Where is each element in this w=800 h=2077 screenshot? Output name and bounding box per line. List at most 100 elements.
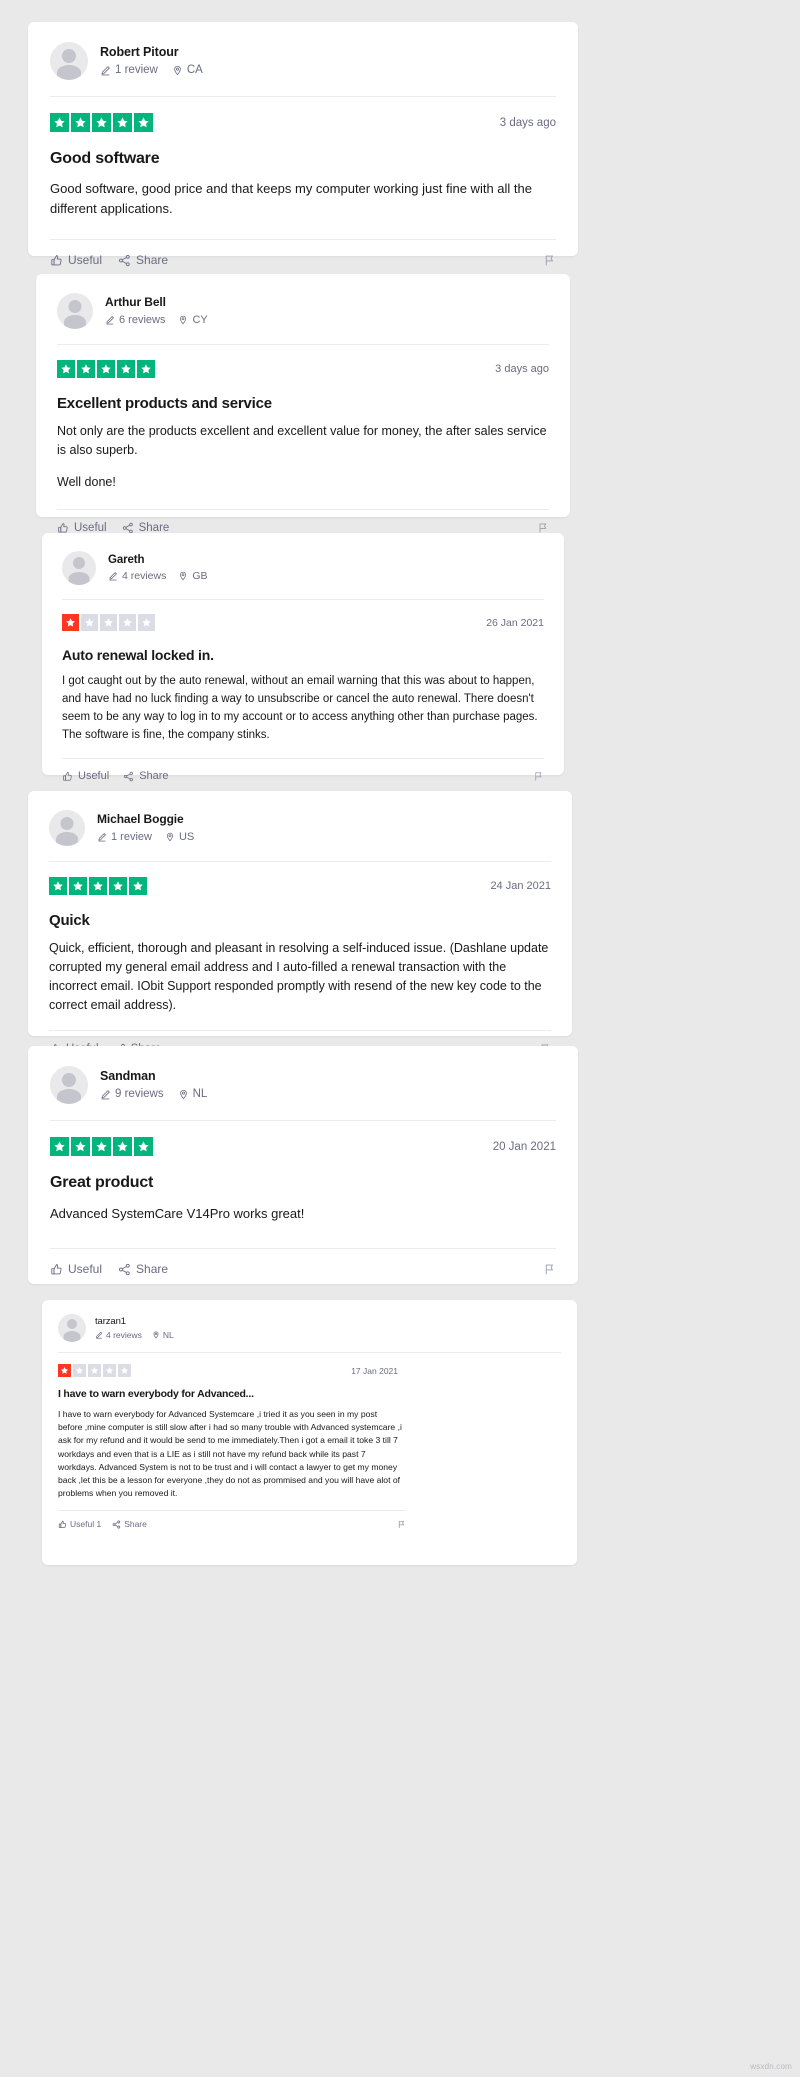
review-count-label: 6 reviews: [119, 313, 166, 326]
location-pin-icon: [178, 315, 188, 325]
star-icon: [119, 614, 136, 631]
reviewer-name[interactable]: Gareth: [108, 553, 208, 567]
review-footer: Useful Share: [50, 253, 556, 267]
review-title[interactable]: Good software: [50, 148, 556, 170]
useful-button[interactable]: Useful: [57, 522, 107, 534]
share-button[interactable]: Share: [123, 770, 169, 782]
star-icon: [134, 113, 153, 132]
location-pin-icon: [152, 1331, 160, 1339]
review-header: Gareth 4 reviews GB: [62, 549, 544, 587]
divider: [50, 239, 556, 240]
pencil-icon: [100, 1089, 111, 1100]
share-icon: [118, 1263, 131, 1276]
report-flag-icon[interactable]: [543, 1263, 556, 1276]
rating-row: 20 Jan 2021: [50, 1137, 556, 1156]
pencil-icon: [97, 832, 107, 842]
pencil-icon: [95, 1331, 103, 1339]
country-label: CY: [192, 313, 208, 326]
useful-label: Useful: [78, 770, 110, 782]
rating-row: 17 Jan 2021: [58, 1364, 398, 1377]
star-icon: [117, 360, 135, 378]
thumbs-up-icon: [58, 1520, 67, 1529]
star-rating: [57, 360, 155, 378]
divider: [49, 861, 551, 862]
review-body: Good software, good price and that keeps…: [50, 179, 556, 219]
useful-label: Useful: [74, 521, 107, 534]
report-flag-icon[interactable]: [533, 771, 544, 782]
country-label: NL: [162, 1329, 174, 1340]
review-title[interactable]: Auto renewal locked in.: [62, 645, 544, 665]
review-list-page: Robert Pitour 1 review CA 3 days ago Goo…: [0, 0, 800, 2077]
review-paragraph: Not only are the products excellent and …: [57, 424, 547, 457]
useful-label: Useful 1: [70, 1519, 102, 1530]
share-button[interactable]: Share: [118, 1262, 168, 1276]
reviewer-name[interactable]: Arthur Bell: [105, 295, 208, 310]
pencil-icon: [108, 571, 118, 581]
review-count: 4 reviews: [95, 1329, 142, 1341]
country: US: [165, 829, 194, 845]
review-body: Advanced SystemCare V14Pro works great!: [50, 1204, 556, 1224]
star-rating: [58, 1364, 131, 1377]
country: CY: [178, 312, 208, 328]
country-label: GB: [192, 569, 208, 582]
review-date: 3 days ago: [495, 363, 549, 375]
divider: [57, 508, 549, 510]
avatar: [50, 42, 88, 80]
review-count-label: 1 review: [111, 830, 152, 843]
review-footer: Useful Share: [57, 522, 549, 534]
review-footer: Useful 1 Share: [58, 1519, 406, 1529]
divider: [58, 1352, 561, 1353]
star-icon: [100, 614, 117, 631]
useful-label: Useful: [68, 1262, 103, 1276]
report-flag-icon[interactable]: [397, 1520, 406, 1529]
review-title[interactable]: Great product: [50, 1172, 556, 1194]
share-button[interactable]: Share: [122, 522, 169, 534]
star-icon: [129, 877, 147, 895]
reviewer-name[interactable]: tarzan1: [95, 1316, 174, 1328]
review-count: 9 reviews: [100, 1086, 164, 1103]
share-label: Share: [136, 253, 169, 267]
reviewer-name[interactable]: Robert Pitour: [100, 44, 203, 60]
review-card: Robert Pitour 1 review CA 3 days ago Goo…: [28, 22, 578, 267]
useful-button[interactable]: Useful: [50, 253, 102, 267]
divider: [50, 1120, 556, 1121]
star-icon: [81, 614, 98, 631]
review-date: 20 Jan 2021: [492, 1140, 556, 1153]
review-title[interactable]: Excellent products and service: [57, 393, 549, 414]
rating-row: 3 days ago: [57, 360, 549, 378]
share-icon: [122, 522, 134, 534]
review-count: 1 review: [100, 62, 158, 79]
divider: [50, 1248, 556, 1249]
star-rating: [49, 877, 147, 895]
rating-row: 24 Jan 2021: [49, 877, 551, 895]
location-pin-icon: [178, 1089, 189, 1100]
useful-button[interactable]: Useful 1: [58, 1519, 101, 1529]
thumbs-up-icon: [57, 522, 69, 534]
useful-button[interactable]: Useful: [50, 1262, 102, 1276]
review-body: I got caught out by the auto renewal, wi…: [62, 672, 544, 744]
country: NL: [178, 1086, 207, 1103]
report-flag-icon[interactable]: [543, 254, 556, 267]
share-button[interactable]: Share: [112, 1519, 147, 1529]
reviewer-name[interactable]: Sandman: [100, 1068, 207, 1084]
review-header: tarzan1 4 reviews NL: [58, 1313, 561, 1343]
review-card: tarzan1 4 reviews NL 17 Jan 2021 I have …: [42, 1300, 577, 1565]
useful-button[interactable]: Useful: [62, 770, 109, 782]
avatar: [57, 293, 93, 329]
review-title[interactable]: Quick: [49, 910, 551, 931]
star-icon: [49, 877, 67, 895]
star-rating: [50, 113, 153, 132]
review-title[interactable]: I have to warn everybody for Advanced...: [58, 1387, 403, 1402]
review-card: Arthur Bell 6 reviews CY 3 days ago Exce…: [36, 274, 570, 534]
report-flag-icon[interactable]: [537, 522, 549, 534]
review-count: 4 reviews: [108, 569, 166, 584]
review-paragraph: Well done!: [57, 474, 116, 489]
reviewer-name[interactable]: Michael Boggie: [97, 812, 194, 827]
review-header: Robert Pitour 1 review CA: [50, 40, 556, 82]
star-icon: [138, 614, 155, 631]
avatar: [58, 1314, 86, 1342]
share-button[interactable]: Share: [118, 253, 168, 267]
location-pin-icon: [178, 571, 188, 581]
star-icon: [137, 360, 155, 378]
rating-row: 26 Jan 2021: [62, 614, 544, 631]
